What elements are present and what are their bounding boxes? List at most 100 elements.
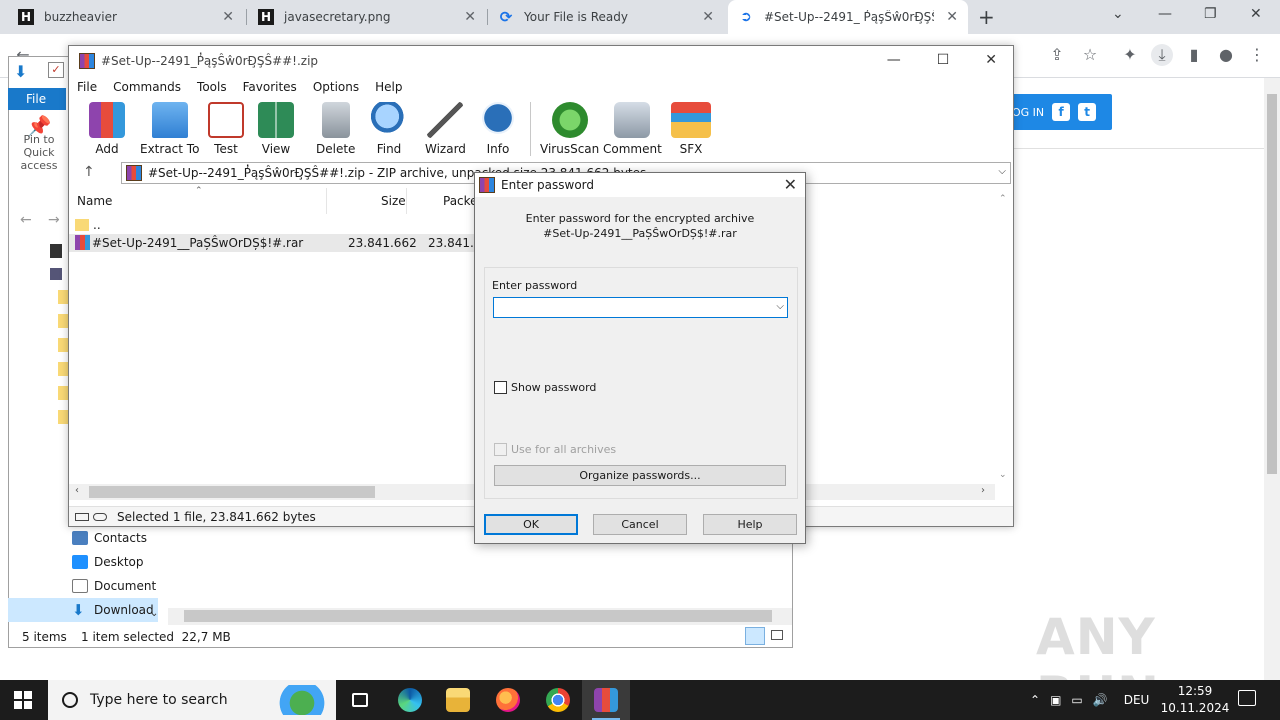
back-icon[interactable]: ← — [20, 212, 32, 228]
winrar-title-bar[interactable]: #Set-Up--2491_P̓ąşŜŵ0rĐ̧ŞŜ##!.zip — [69, 46, 1013, 76]
checkbox-box[interactable] — [494, 381, 507, 394]
notification-icon[interactable] — [1238, 690, 1256, 706]
windows-start-icon[interactable] — [14, 691, 32, 709]
download-icon[interactable]: ⤓ — [1151, 44, 1173, 66]
menu-help[interactable]: Help — [375, 80, 402, 94]
profile-icon[interactable]: ● — [1215, 44, 1237, 66]
nav-item-downloads[interactable]: ⬇ Download — [72, 599, 154, 621]
find-button[interactable]: Find — [371, 102, 407, 156]
column-header-size[interactable]: Size — [381, 194, 406, 208]
browser-tab-active[interactable]: ➲ #Set-Up--2491_ P̓ąşŜŵ0rĐ̧ŞŜ##! ✕ — [728, 0, 968, 34]
scroll-right-icon[interactable]: › — [981, 485, 985, 496]
tab-search-icon[interactable]: ⌄ — [1112, 6, 1124, 22]
ok-button[interactable]: OK — [484, 514, 578, 535]
close-icon[interactable]: ✕ — [985, 52, 997, 68]
password-input[interactable]: ⌵ — [493, 297, 788, 318]
scrollbar-thumb[interactable] — [1267, 94, 1277, 474]
menu-commands[interactable]: Commands — [113, 80, 181, 94]
file-explorer-icon[interactable] — [434, 680, 482, 720]
virusscan-button[interactable]: VirusScan — [540, 102, 599, 156]
dialog-title-bar[interactable]: Enter password ✕ — [475, 173, 805, 197]
chevron-down-icon[interactable]: ⌵ — [776, 301, 784, 312]
details-view-icon[interactable] — [745, 627, 765, 645]
bookmark-star-icon[interactable]: ☆ — [1079, 44, 1101, 66]
close-icon[interactable]: ✕ — [1250, 6, 1262, 22]
column-header-name[interactable]: Name — [77, 194, 112, 208]
scroll-down-icon[interactable]: ⌄ — [999, 470, 1007, 480]
nav-item-desktop[interactable]: Desktop — [72, 551, 144, 573]
edge-icon[interactable] — [386, 680, 434, 720]
restore-icon[interactable]: ❐ — [1204, 6, 1217, 22]
forward-icon[interactable]: → — [48, 212, 60, 228]
chevron-up-icon[interactable]: ⌃ — [1030, 693, 1040, 707]
extract-to-button[interactable]: Extract To — [140, 102, 199, 156]
menu-tools[interactable]: Tools — [197, 80, 227, 94]
task-view-icon[interactable] — [336, 680, 384, 720]
menu-file[interactable]: File — [77, 80, 97, 94]
volume-icon[interactable]: 🔊 — [1093, 693, 1108, 707]
column-header-packed[interactable]: Packe — [443, 194, 478, 208]
menu-icon[interactable]: ⋮ — [1246, 44, 1268, 66]
dialog-message: Enter password for the encrypted archive… — [475, 211, 805, 241]
login-text[interactable]: OG IN — [1012, 106, 1044, 119]
scroll-left-icon[interactable]: ‹ — [75, 485, 79, 496]
side-panel-icon[interactable]: ▮ — [1183, 44, 1205, 66]
scrollbar-thumb[interactable] — [184, 610, 772, 622]
taskbar-search-box[interactable]: Type here to search — [48, 680, 336, 720]
up-arrow-icon[interactable]: ↑ — [83, 164, 95, 180]
twitter-icon[interactable]: t — [1078, 103, 1097, 121]
menu-options[interactable]: Options — [313, 80, 359, 94]
facebook-icon[interactable]: f — [1052, 103, 1071, 121]
test-button[interactable]: Test — [208, 102, 244, 156]
browser-tab-buzzheavier[interactable]: H buzzheavier ✕ — [8, 0, 244, 34]
extensions-icon[interactable]: ✦ — [1119, 44, 1141, 66]
clock[interactable]: 12:59 10.11.2024 — [1160, 683, 1230, 717]
network-icon[interactable]: ▣ — [1050, 693, 1061, 707]
horizontal-scrollbar[interactable] — [168, 608, 792, 625]
close-icon[interactable]: ✕ — [464, 9, 476, 25]
delete-button[interactable]: Delete — [316, 102, 355, 156]
nav-item-documents[interactable]: Document — [72, 575, 156, 597]
browser-tab-file-ready[interactable]: ⟳ Your File is Ready ✕ — [488, 0, 724, 34]
firefox-icon[interactable] — [484, 680, 532, 720]
new-tab-icon[interactable]: + — [978, 5, 995, 29]
maximize-icon[interactable]: ☐ — [937, 52, 950, 68]
chrome-icon[interactable] — [534, 680, 582, 720]
file-row[interactable]: #Set-Up-2491__PaȘŜwOrDȘ$!#.rar 23.841.66… — [69, 234, 489, 252]
page-scrollbar[interactable] — [1264, 78, 1280, 680]
view-button[interactable]: View — [258, 102, 294, 156]
close-icon[interactable]: ✕ — [784, 175, 797, 194]
browser-tab-javasecretary[interactable]: H javasecretary.png ✕ — [248, 0, 486, 34]
pin-to-quick-access[interactable]: 📌 Pin to Quick access — [12, 116, 66, 172]
add-button[interactable]: Add — [89, 102, 125, 156]
display-icon[interactable]: ▭ — [1071, 693, 1082, 707]
anyrun-icon: ➲ — [740, 9, 752, 25]
comment-button[interactable]: Comment — [603, 102, 662, 156]
scrollbar-thumb[interactable] — [89, 486, 375, 498]
wizard-button[interactable]: Wizard — [425, 102, 466, 156]
info-button[interactable]: Info — [482, 102, 514, 156]
winrar-taskbar-icon[interactable] — [582, 680, 630, 720]
cancel-button[interactable]: Cancel — [593, 514, 687, 535]
menu-favorites[interactable]: Favorites — [243, 80, 297, 94]
parent-folder-row[interactable]: .. — [75, 218, 101, 232]
vertical-scrollbar[interactable]: ⌃ ⌄ — [995, 188, 1012, 484]
ribbon-file-tab[interactable]: File — [8, 88, 66, 110]
close-icon[interactable]: ✕ — [702, 9, 714, 25]
language-indicator[interactable]: DEU — [1124, 693, 1150, 707]
show-password-checkbox[interactable]: Show password — [494, 381, 596, 394]
close-icon[interactable]: ✕ — [946, 9, 958, 25]
tiles-view-icon[interactable] — [771, 630, 783, 640]
help-button[interactable]: Help — [703, 514, 797, 535]
minimize-icon[interactable]: — — [887, 52, 901, 68]
scroll-down-icon[interactable]: ⌄ — [150, 608, 158, 619]
share-icon[interactable]: ⇪ — [1046, 44, 1068, 66]
organize-passwords-button[interactable]: Organize passwords... — [494, 465, 786, 486]
minimize-icon[interactable]: — — [1158, 6, 1172, 22]
scroll-up-icon[interactable]: ⌃ — [999, 194, 1007, 204]
sfx-button[interactable]: SFX — [671, 102, 711, 156]
close-icon[interactable]: ✕ — [222, 9, 234, 25]
chevron-down-icon[interactable]: ⌵ — [998, 166, 1006, 177]
nav-item-contacts[interactable]: Contacts — [72, 527, 147, 549]
login-social-bar[interactable]: OG IN f t — [1000, 94, 1112, 130]
